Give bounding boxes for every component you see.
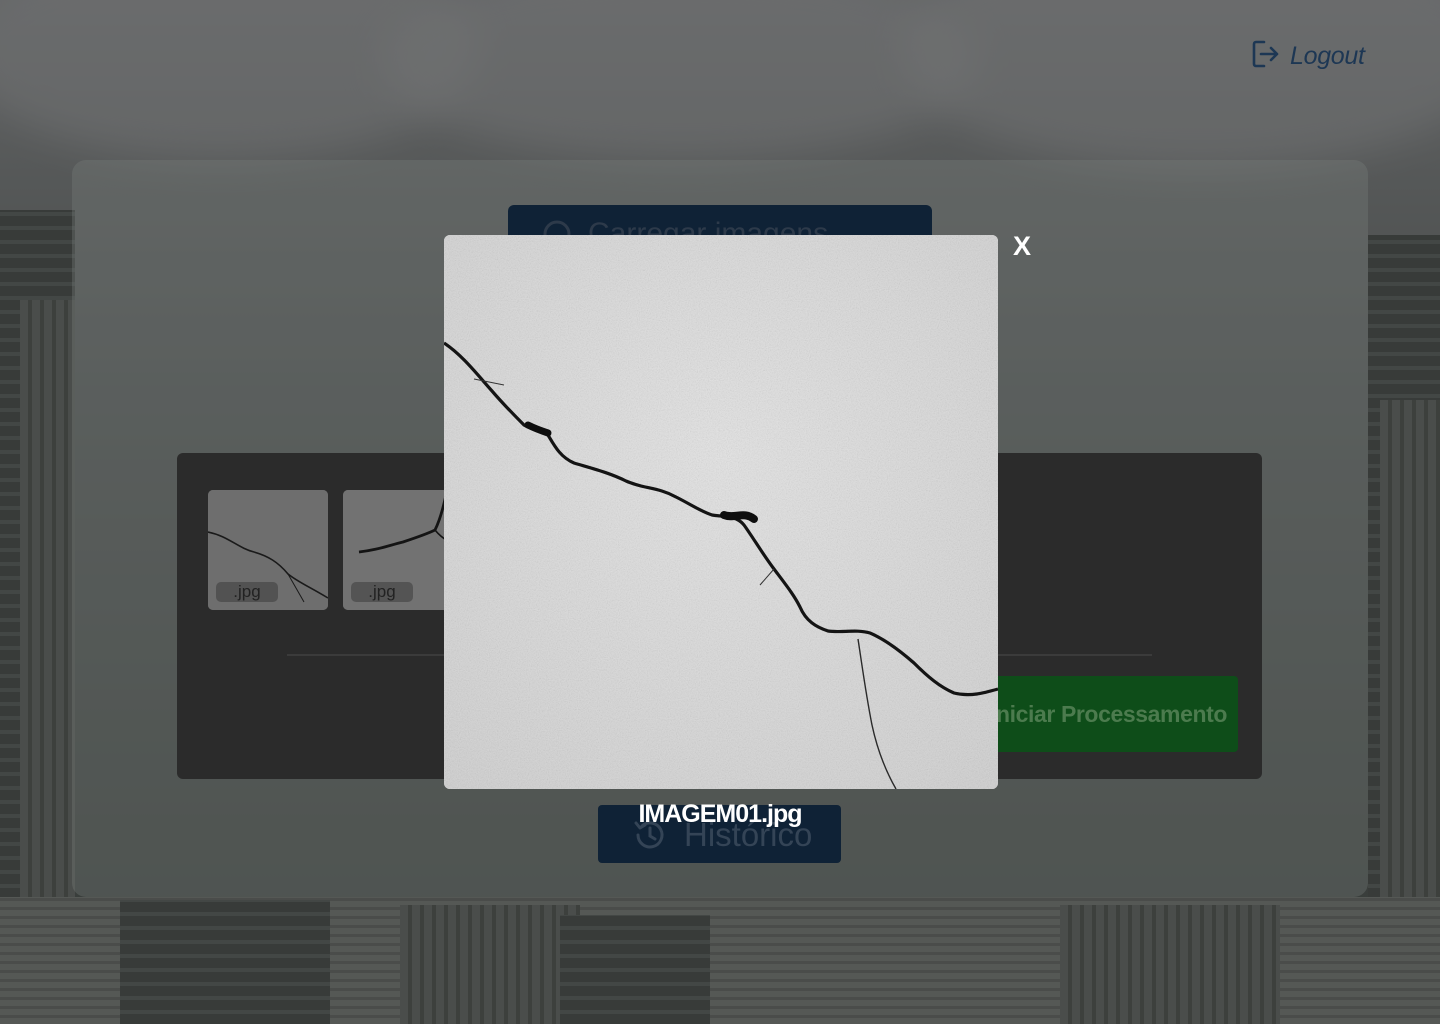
logout-icon <box>1252 39 1280 74</box>
cracked-concrete-image <box>444 235 998 789</box>
close-modal-button[interactable]: X <box>1010 230 1034 262</box>
thumbnail-extension: .jpg <box>216 582 278 602</box>
logout-button[interactable]: Logout <box>1252 38 1382 74</box>
start-processing-label: Iniciar Processamento <box>990 701 1228 727</box>
thumbnail-extension: .jpg <box>351 582 413 602</box>
start-processing-button[interactable]: Iniciar Processamento <box>960 676 1238 752</box>
logout-label: Logout <box>1290 41 1365 70</box>
image-thumbnail[interactable]: .jpg <box>208 490 328 610</box>
image-preview-modal <box>444 235 998 789</box>
image-caption: IMAGEM01.jpg <box>638 800 802 828</box>
